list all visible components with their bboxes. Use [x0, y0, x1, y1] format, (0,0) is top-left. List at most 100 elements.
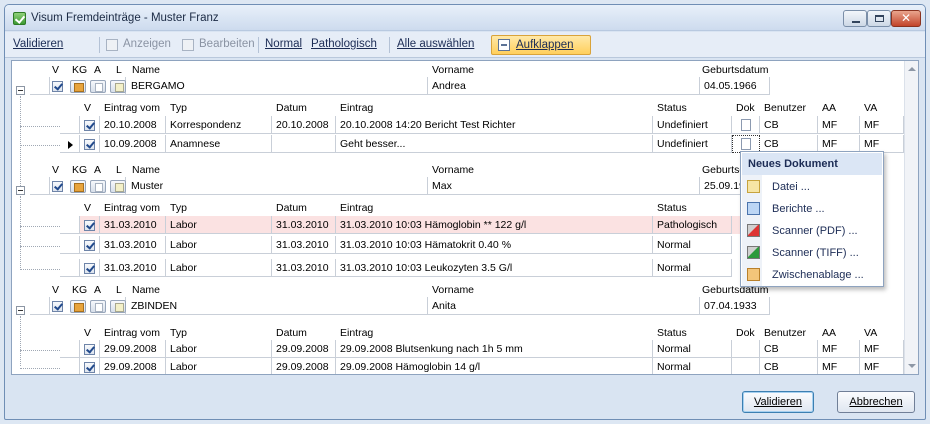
toolbar-separator [258, 37, 259, 53]
menu-item-berichte[interactable]: Berichte ... [742, 198, 883, 220]
entry-header-eintrag: Eintrag [340, 327, 374, 339]
menu-item-scanner-pdf[interactable]: Scanner (PDF) ... [742, 220, 883, 242]
menu-item-datei[interactable]: Datei ... [742, 176, 883, 198]
file-icon [747, 180, 760, 193]
entry-benutzer: CB [764, 361, 779, 373]
patient-checkbox[interactable] [52, 181, 63, 192]
patient-geburtsdatum: 04.05.1966 [704, 80, 757, 92]
bearbeiten-icon [182, 39, 194, 51]
document-icon[interactable] [741, 119, 751, 131]
entry-checkbox[interactable] [84, 139, 95, 150]
close-button[interactable]: ✕ [891, 10, 921, 27]
col-header-name: Name [132, 64, 161, 76]
entry-header-datum: Datum [276, 102, 307, 114]
main-window: Visum Fremdeinträge - Muster Franz ✕ Val… [4, 4, 926, 420]
entry-eintrag-vom: 29.09.2008 [104, 343, 157, 355]
aufklappen-button[interactable]: Aufklappen [491, 35, 591, 55]
tree-line [20, 145, 60, 146]
tree-line [20, 350, 60, 351]
entry-status: Undefiniert [657, 119, 708, 131]
bearbeiten-button[interactable]: Bearbeiten [199, 38, 255, 50]
validieren-toolbar-button[interactable]: Validieren [13, 38, 63, 50]
kg-button[interactable] [70, 300, 86, 313]
entry-benutzer: CB [764, 343, 779, 355]
col-header-kg: KG [72, 164, 88, 176]
collapse-patient-icon[interactable] [16, 86, 25, 95]
entry-checkbox[interactable] [84, 240, 95, 251]
entry-header-v: V [84, 327, 92, 339]
menu-item-zwischenablage[interactable]: Zwischenablage ... [742, 264, 883, 286]
scanner-tiff-icon [747, 246, 760, 259]
entry-typ: Anamnese [170, 138, 221, 150]
entry-datum: 29.09.2008 [276, 361, 329, 373]
entry-header-va: VA [864, 327, 878, 339]
abbrechen-button[interactable]: Abbrechen [837, 391, 915, 413]
entry-status: Normal [657, 361, 691, 373]
pathologisch-button[interactable]: Pathologisch [311, 38, 377, 50]
entry-datum: 31.03.2010 [276, 262, 329, 274]
col-header-l: L [116, 164, 122, 176]
maximize-button[interactable] [867, 10, 891, 27]
window-title: Visum Fremdeinträge - Muster Franz [31, 12, 219, 24]
clipboard-icon [747, 268, 760, 281]
l-button[interactable] [110, 180, 126, 193]
alle-auswaehlen-label: Alle auswählen [397, 38, 475, 50]
minimize-button[interactable] [843, 10, 867, 27]
menu-item-scanner-tiff[interactable]: Scanner (TIFF) ... [742, 242, 883, 264]
vorname-cell [428, 297, 700, 315]
tree-line [20, 368, 60, 369]
kg-button[interactable] [70, 80, 86, 93]
entry-header-dok: Dok [736, 102, 755, 114]
entry-aa: MF [822, 361, 838, 373]
entry-typ: Korrespondenz [170, 119, 242, 131]
entry-header-benutzer: Benutzer [764, 102, 807, 114]
document-icon[interactable] [741, 138, 751, 150]
entry-header-va: VA [864, 102, 878, 114]
validieren-button[interactable]: Validieren [742, 391, 814, 413]
anzeigen-button[interactable]: Anzeigen [123, 38, 171, 50]
records-grid: V KG A L Name Vorname Geburtsdatum BERGA… [11, 60, 919, 375]
row-indicator [30, 77, 50, 95]
entry-checkbox[interactable] [84, 120, 95, 131]
kg-button[interactable] [70, 180, 86, 193]
reports-icon [747, 202, 760, 215]
patient-checkbox[interactable] [52, 81, 63, 92]
entry-header-aa: AA [822, 327, 837, 339]
a-button[interactable] [90, 80, 106, 93]
entry-status: Normal [657, 343, 691, 355]
col-header-l: L [116, 284, 122, 296]
entry-header-eintrag-vom: Eintrag vom [104, 327, 161, 339]
scroll-down-icon[interactable] [908, 364, 916, 368]
normal-button[interactable]: Normal [265, 38, 302, 50]
row-indicator [60, 358, 80, 374]
collapse-patient-icon[interactable] [16, 306, 25, 315]
scroll-up-icon[interactable] [908, 67, 916, 71]
patient-checkbox[interactable] [52, 301, 63, 312]
l-button[interactable] [110, 80, 126, 93]
new-document-menu-title: Neues Dokument [742, 153, 882, 175]
collapse-patient-icon[interactable] [16, 186, 25, 195]
minimize-icon [852, 21, 860, 23]
col-header-v: V [52, 64, 60, 76]
row-indicator [30, 297, 50, 315]
entry-header-eintrag: Eintrag [340, 202, 374, 214]
entry-eintrag-vom: 31.03.2010 [104, 219, 157, 231]
entry-datum: 20.10.2008 [276, 119, 329, 131]
entry-eintrag-vom: 10.09.2008 [104, 138, 157, 150]
entry-header-datum: Datum [276, 202, 307, 214]
row-indicator [30, 177, 50, 195]
l-button[interactable] [110, 300, 126, 313]
col-header-vorname: Vorname [432, 64, 475, 76]
entry-eintrag: 29.09.2008 Blutsenkung nach 1h 5 mm [340, 343, 523, 355]
a-button[interactable] [90, 180, 106, 193]
menu-item-label: Scanner (TIFF) ... [772, 247, 859, 259]
entry-checkbox[interactable] [84, 263, 95, 274]
entry-checkbox[interactable] [84, 220, 95, 231]
alle-auswaehlen-button[interactable]: Alle auswählen [397, 38, 474, 50]
vertical-scrollbar[interactable] [904, 61, 918, 374]
entry-checkbox[interactable] [84, 344, 95, 355]
patient-name: Muster [131, 180, 164, 192]
col-header-l: L [116, 64, 122, 76]
entry-checkbox[interactable] [84, 362, 95, 373]
a-button[interactable] [90, 300, 106, 313]
